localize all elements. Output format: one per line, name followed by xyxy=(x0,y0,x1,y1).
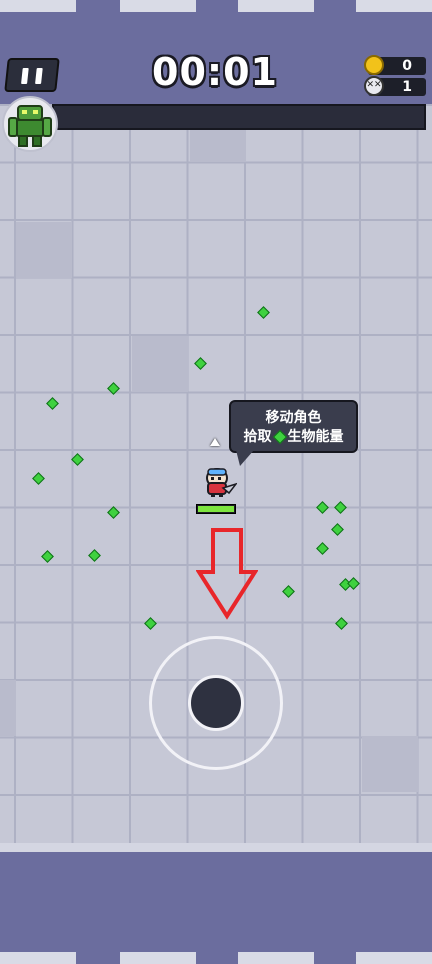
coin-icon xyxy=(364,55,384,75)
robot-icon xyxy=(8,105,52,147)
bottom-edge-tab xyxy=(356,952,432,964)
tutorial-line1: 移动角色 xyxy=(265,410,322,426)
bottom-edge-tab xyxy=(0,952,76,964)
top-edge-tab xyxy=(356,0,432,12)
arrow-down-icon xyxy=(196,528,258,620)
top-edge-tab xyxy=(0,0,76,12)
kill-count: 1 xyxy=(402,79,412,95)
kill-counter: ✕✕ 1 xyxy=(364,76,426,96)
bubble-tail xyxy=(236,450,254,466)
bottom-band xyxy=(0,852,432,964)
top-edge-tab xyxy=(120,0,196,12)
floor-tile xyxy=(362,736,418,792)
pause-icon xyxy=(21,68,29,84)
floor-tile xyxy=(132,336,188,392)
player-direction-indicator xyxy=(210,438,220,446)
experience-bar xyxy=(52,104,426,130)
coin-count: 0 xyxy=(402,58,412,74)
gem-icon xyxy=(272,429,287,445)
pause-icon xyxy=(35,68,43,84)
coin-counter: 0 xyxy=(364,55,426,75)
player-character xyxy=(206,468,237,497)
joystick-knob[interactable] xyxy=(188,675,244,731)
top-edge-tab xyxy=(238,0,314,12)
tutorial-line2-prefix: 拾取 xyxy=(243,429,272,445)
skull-icon: ✕✕ xyxy=(364,76,384,96)
character-avatar xyxy=(2,96,58,152)
tutorial-line2-suffix: 生物能量 xyxy=(287,429,344,445)
bottom-edge-tab xyxy=(120,952,196,964)
tutorial-bubble: 移动角色 拾取 生物能量 xyxy=(229,400,358,453)
tutorial-line2: 拾取 生物能量 xyxy=(231,428,356,447)
bottom-edge-tab xyxy=(238,952,314,964)
player-health-bar xyxy=(196,504,236,514)
game-timer: 00:01 xyxy=(152,50,278,94)
pause-button[interactable] xyxy=(4,58,60,92)
floor-tile xyxy=(0,680,16,736)
player-health-fill xyxy=(198,506,235,512)
floor-tile xyxy=(16,222,72,278)
